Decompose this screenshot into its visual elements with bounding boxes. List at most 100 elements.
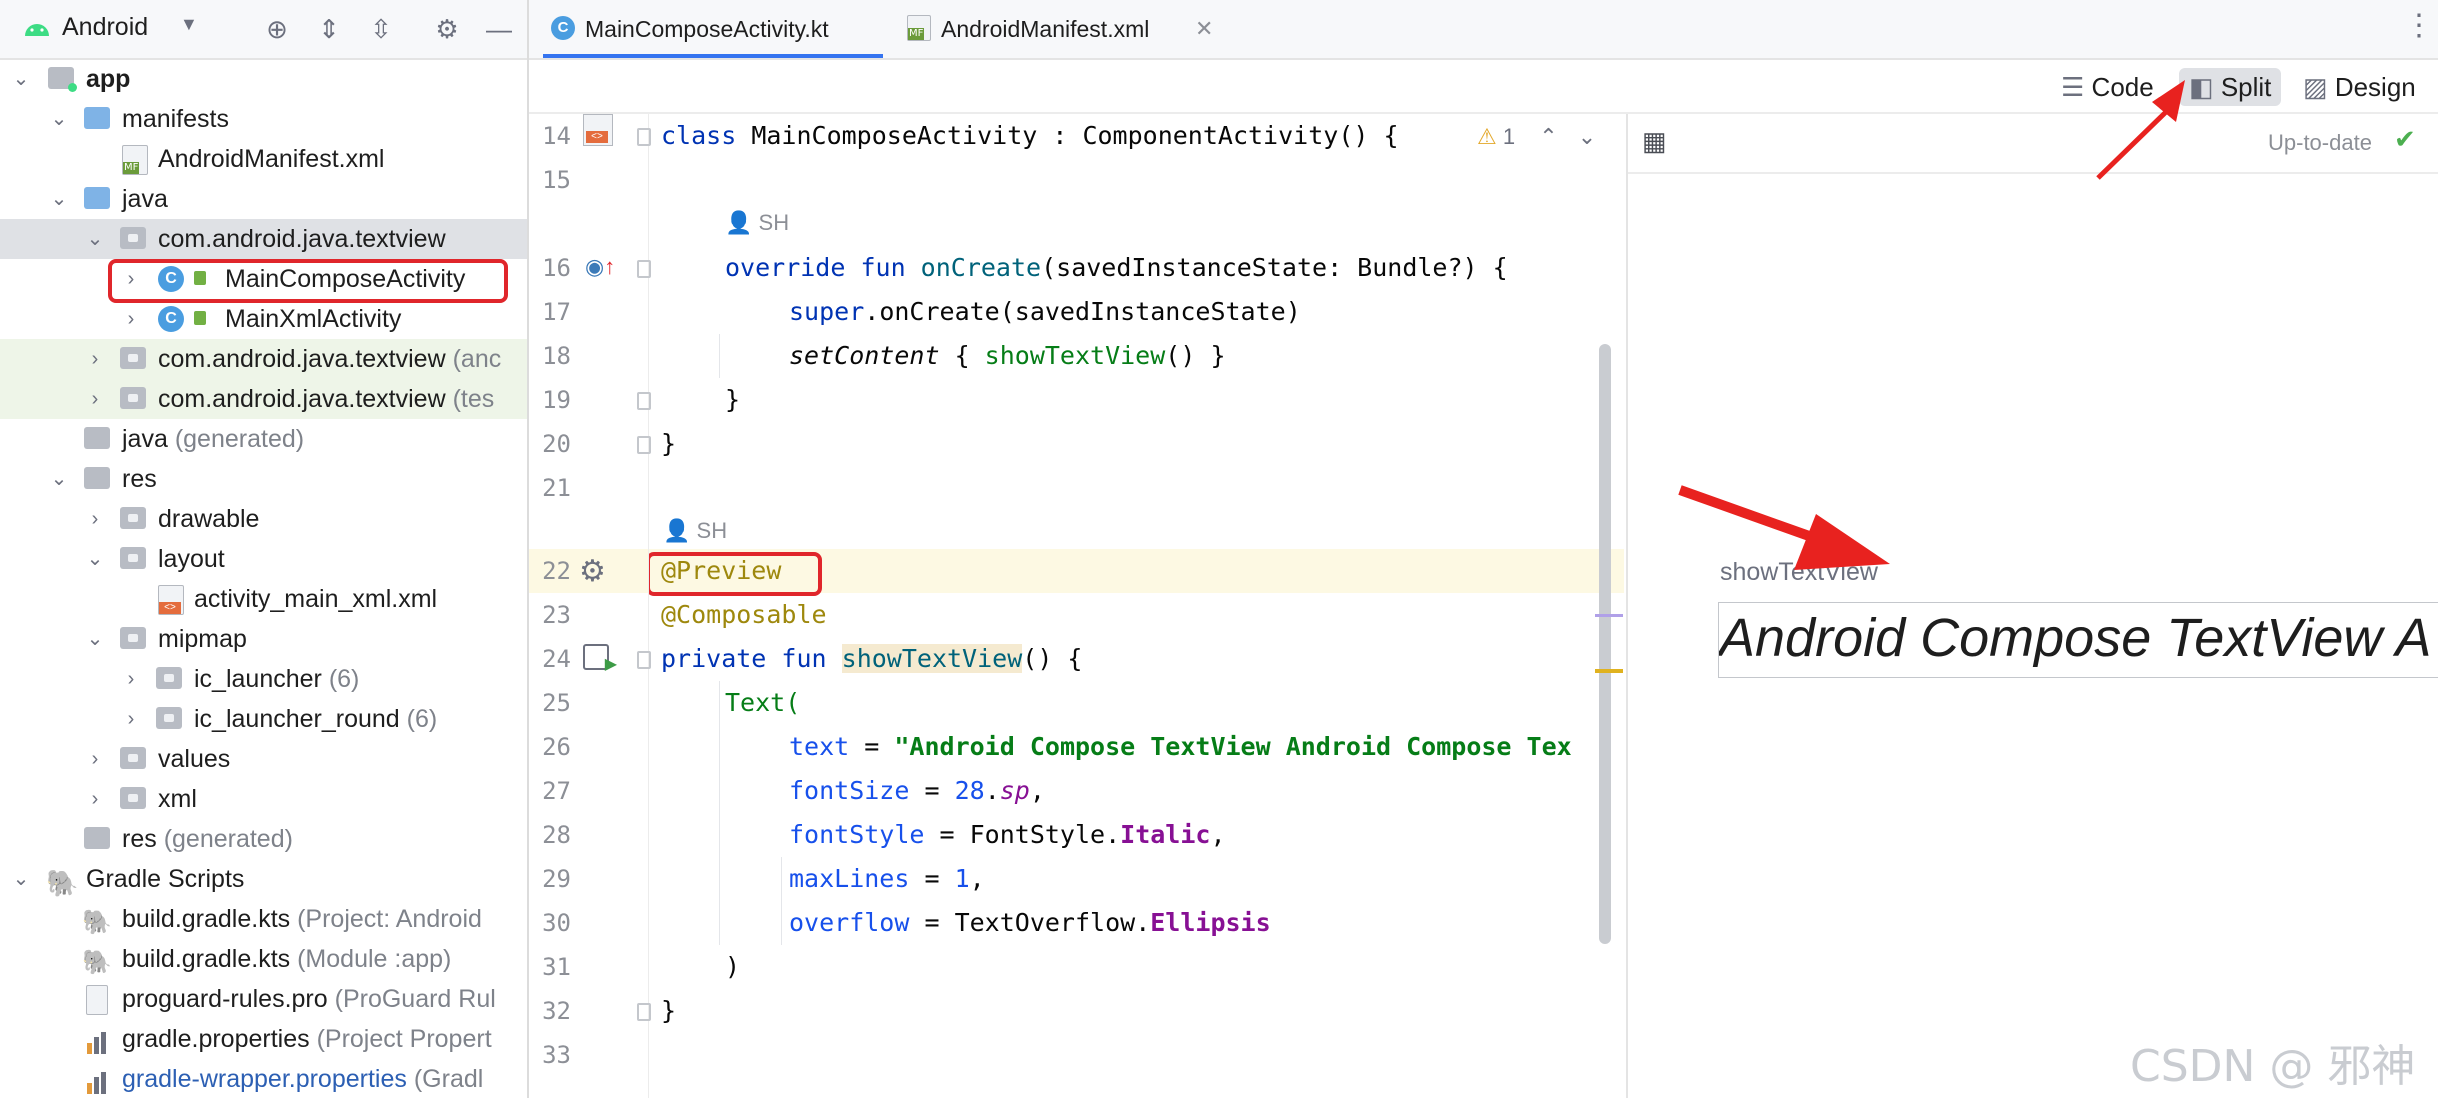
code-editor[interactable]: class MainComposeActivity : ComponentAct… xyxy=(649,114,1624,1098)
tab-maincomposeactivity[interactable]: C MainComposeActivity.kt xyxy=(543,0,883,58)
chevron-down-icon[interactable]: ⌄ xyxy=(84,619,106,659)
tree-item-values[interactable]: › values xyxy=(0,739,527,779)
tree-item-mainxmlactivity[interactable]: › C MainXmlActivity xyxy=(0,299,527,339)
code-line-16: override fun onCreate(savedInstanceState… xyxy=(725,246,1508,290)
tree-item-res-generated[interactable]: res (generated) xyxy=(0,819,527,859)
gear-icon[interactable]: ⚙ xyxy=(432,14,462,44)
res-folder-icon xyxy=(84,467,110,489)
chevron-down-icon[interactable]: ⌄ xyxy=(10,859,32,899)
tree-item-build-gradle-project[interactable]: 🐘 build.gradle.kts (Project: Android xyxy=(0,899,527,939)
chevron-down-icon[interactable]: ▼ xyxy=(180,14,198,35)
gear-icon[interactable]: ⚙ xyxy=(579,554,606,589)
chevron-right-icon[interactable]: › xyxy=(120,299,142,339)
locate-icon[interactable]: ⊕ xyxy=(262,14,292,44)
code-token: Italic xyxy=(1120,820,1211,849)
folder-icon xyxy=(156,667,182,689)
tree-item-gradle-properties[interactable]: gradle.properties (Project Propert xyxy=(0,1019,527,1059)
tree-item-manifests[interactable]: ⌄ manifests xyxy=(0,99,527,139)
code-line-28: fontStyle = FontStyle.Italic, xyxy=(789,813,1226,857)
tree-item-mipmap[interactable]: ⌄ mipmap xyxy=(0,619,527,659)
tree-item-label: manifests xyxy=(122,105,229,133)
tree-item-ic-launcher[interactable]: › ic_launcher (6) xyxy=(0,659,527,699)
tree-item-app[interactable]: ⌄ app xyxy=(0,59,527,99)
author-hint[interactable]: 👤 SH xyxy=(663,518,727,544)
code-line-20: } xyxy=(661,429,677,458)
layout-file-icon[interactable]: <> xyxy=(583,114,613,146)
tree-item-label: xml xyxy=(158,785,197,813)
tree-item-proguard[interactable]: proguard-rules.pro (ProGuard Rul xyxy=(0,979,527,1019)
tree-item-ic-launcher-round[interactable]: › ic_launcher_round (6) xyxy=(0,699,527,739)
tree-item-drawable[interactable]: › drawable xyxy=(0,499,527,539)
line-number: 15 xyxy=(542,166,571,194)
tree-item-label: AndroidManifest.xml xyxy=(158,145,385,173)
tree-item-label: gradle-wrapper.properties xyxy=(122,1065,407,1093)
chevron-down-icon[interactable]: ⌄ xyxy=(48,99,70,139)
chevron-right-icon[interactable]: › xyxy=(84,339,106,379)
author-hint[interactable]: 👤 SH xyxy=(725,210,789,236)
tree-item-res[interactable]: ⌄ res xyxy=(0,459,527,499)
tree-item-maincomposeactivity[interactable]: › C MainComposeActivity xyxy=(0,259,527,303)
layout-options-icon[interactable]: ▦ xyxy=(1642,126,1667,157)
vertical-scrollbar[interactable] xyxy=(1599,344,1611,944)
expand-all-icon[interactable]: ⇕ xyxy=(314,14,344,44)
code-line-25: Text( xyxy=(725,688,801,717)
composable-preview[interactable]: Android Compose TextView A xyxy=(1718,602,2438,678)
chevron-right-icon[interactable]: › xyxy=(84,499,106,539)
error-stripe-marker[interactable] xyxy=(1595,614,1623,617)
tree-item-activity-main-xml[interactable]: <> activity_main_xml.xml xyxy=(0,579,527,619)
run-preview-icon[interactable]: ▶ xyxy=(583,644,617,673)
override-icon[interactable]: ◉↑ xyxy=(585,254,615,280)
tree-item-build-gradle-module[interactable]: 🐘 build.gradle.kts (Module :app) xyxy=(0,939,527,979)
inspection-widget[interactable]: ⚠ 1 ⌃ ⌄ xyxy=(1477,124,1596,150)
tree-item-suffix: (anc xyxy=(452,345,502,373)
tab-label: MainComposeActivity.kt xyxy=(585,16,829,42)
close-icon[interactable]: ✕ xyxy=(1195,0,1213,58)
image-icon: ▨ xyxy=(2303,72,2328,102)
chevron-down-icon[interactable]: ⌄ xyxy=(48,459,70,499)
line-number: 20 xyxy=(542,430,571,458)
design-mode-button[interactable]: ▨ Design xyxy=(2293,68,2426,106)
tree-item-xml[interactable]: › xml xyxy=(0,779,527,819)
tree-item-layout[interactable]: ⌄ layout xyxy=(0,539,527,579)
tree-item-package-test[interactable]: › com.android.java.textview (tes xyxy=(0,379,527,419)
tab-androidmanifest[interactable]: MF AndroidManifest.xml ✕ xyxy=(899,0,1239,58)
code-token: = FontStyle. xyxy=(924,820,1121,849)
view-selector-label[interactable]: Android xyxy=(62,13,148,42)
tree-item-label: values xyxy=(158,745,231,773)
tree-item-label: proguard-rules.pro xyxy=(122,985,328,1013)
tree-item-java-generated[interactable]: java (generated) xyxy=(0,419,527,459)
author-name: SH xyxy=(758,210,790,235)
user-icon: 👤 xyxy=(725,210,753,235)
chevron-right-icon[interactable]: › xyxy=(120,659,142,699)
tree-item-gradle-wrapper[interactable]: gradle-wrapper.properties (Gradl xyxy=(0,1059,527,1098)
code-line-18: setContent { showTextView() } xyxy=(789,334,1226,378)
error-stripe-marker[interactable] xyxy=(1595,669,1623,673)
tree-item-gradle-scripts[interactable]: ⌄ 🐘 Gradle Scripts xyxy=(0,859,527,899)
code-token: () } xyxy=(1165,341,1226,370)
code-token: , xyxy=(969,864,985,893)
chevron-down-icon[interactable]: ⌄ xyxy=(84,219,106,259)
generated-folder-icon xyxy=(84,427,110,449)
tree-item-androidmanifest[interactable]: MF AndroidManifest.xml xyxy=(0,139,527,179)
tree-item-java[interactable]: ⌄ java xyxy=(0,179,527,219)
watermark: CSDN @ 邪神 xyxy=(2130,1041,2416,1092)
code-token: 28 xyxy=(954,776,985,805)
highlight-box xyxy=(649,552,822,596)
chevron-down-icon[interactable]: ⌄ xyxy=(84,539,106,579)
chevron-down-icon[interactable]: ⌄ xyxy=(1578,124,1596,149)
chevron-right-icon[interactable]: › xyxy=(84,379,106,419)
tree-item-package-androidtest[interactable]: › com.android.java.textview (anc xyxy=(0,339,527,379)
chevron-down-icon[interactable]: ⌄ xyxy=(48,179,70,219)
collapse-all-icon[interactable]: ⇳ xyxy=(366,14,396,44)
tree-item-package-main[interactable]: ⌄ com.android.java.textview xyxy=(0,219,527,259)
minimize-icon[interactable]: — xyxy=(484,14,514,44)
chevron-right-icon[interactable]: › xyxy=(120,259,142,299)
annotation-arrow-preview xyxy=(1678,485,1890,570)
chevron-right-icon[interactable]: › xyxy=(120,699,142,739)
code-token: = xyxy=(909,864,955,893)
chevron-right-icon[interactable]: › xyxy=(84,739,106,779)
chevron-right-icon[interactable]: › xyxy=(84,779,106,819)
more-options-icon[interactable]: ⋮ xyxy=(2404,8,2434,43)
chevron-up-icon[interactable]: ⌃ xyxy=(1539,124,1557,149)
chevron-down-icon[interactable]: ⌄ xyxy=(10,59,32,99)
